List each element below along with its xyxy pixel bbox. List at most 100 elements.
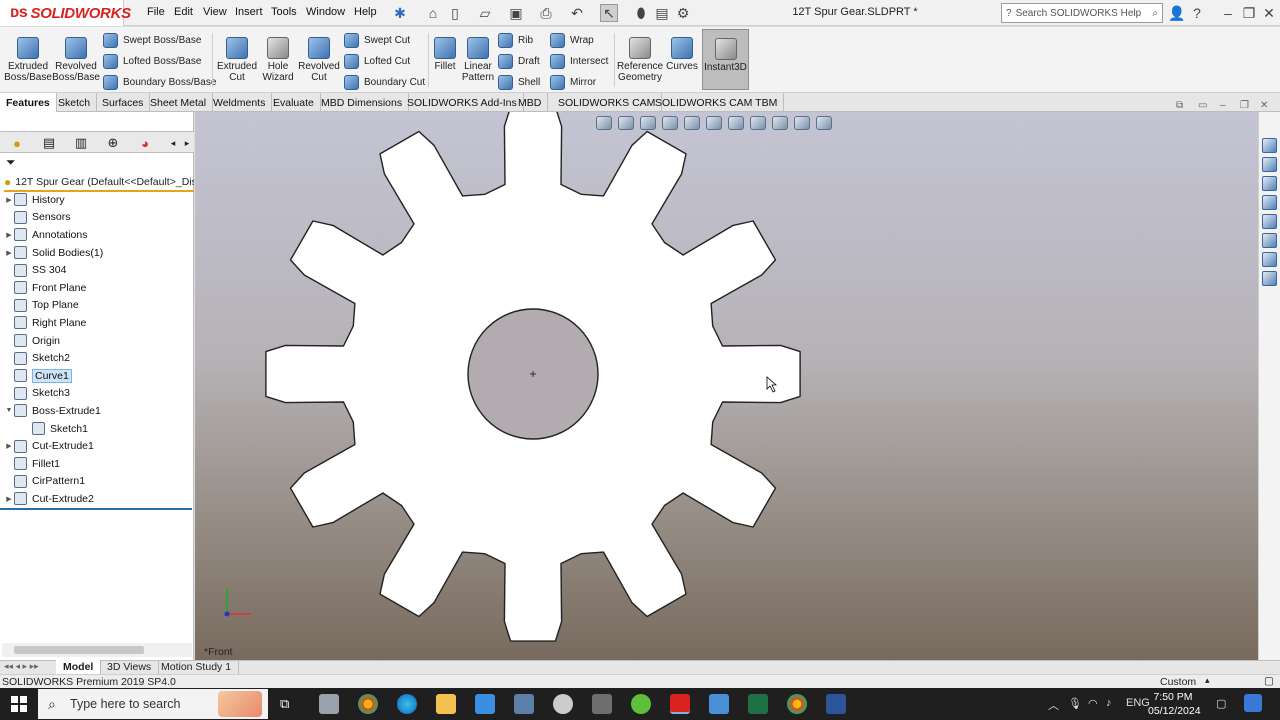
tree-scroll-thumb[interactable] [14,646,144,654]
boundary-boss-button[interactable]: Boundary Boss/Base [103,73,216,91]
task-pane-home-icon[interactable] [1262,138,1277,153]
close-icon[interactable]: ✕ [1260,4,1278,22]
taskbar-excel-icon[interactable] [748,694,768,714]
tree-item-curve1[interactable]: Curve1 [4,367,194,385]
lofted-cut-button[interactable]: Lofted Cut [344,52,410,70]
rebuild-icon[interactable]: ⬮ [632,4,650,22]
edit-appearance-icon[interactable] [772,116,788,130]
tab-sheet-metal[interactable]: Sheet Metal [144,93,214,112]
tree-root-part[interactable]: ● 12T Spur Gear (Default<<Default>_Displ [4,174,194,192]
apply-scene-icon[interactable] [794,116,810,130]
restore-icon[interactable]: ❐ [1240,4,1258,22]
taskbar-app-2-icon[interactable] [592,694,612,714]
panel-scroll-right-icon[interactable]: ▸ [178,135,196,151]
boundary-cut-button[interactable]: Boundary Cut [344,73,425,91]
tree-item-history[interactable]: ▶ History [4,191,194,209]
shell-button[interactable]: Shell [498,73,540,91]
tree-item-annotations[interactable]: ▶ Annotations [4,226,194,244]
taskbar-edge-icon[interactable] [397,694,417,714]
tab-evaluate[interactable]: Evaluate [267,93,321,112]
taskbar-app-explorer-icon[interactable] [319,694,339,714]
help-icon[interactable]: ? [1188,4,1206,22]
doc-restore-icon[interactable]: ❐ [1240,100,1249,111]
revolved-boss-button[interactable]: Revolved Boss/Base [52,29,100,89]
hole-wizard-button[interactable]: Hole Wizard [258,29,298,89]
tree-item-ss-304[interactable]: SS 304 [4,261,194,279]
solidworks-logo[interactable]: ᴅs SOLIDWORKS [0,0,131,26]
menu-tools[interactable]: Tools [271,6,297,18]
tab-motion-study[interactable]: Motion Study 1 [154,660,240,674]
expand-arrow-icon[interactable]: ▶ [4,495,14,503]
taskbar-chrome-2-icon[interactable] [787,694,807,714]
feature-manager-tab-icon[interactable]: ● [8,135,26,151]
tray-overflow-icon[interactable]: ︿ [1048,697,1059,713]
volume-icon[interactable]: ♪ [1106,697,1112,709]
task-pane-custom-properties-icon[interactable] [1262,233,1277,248]
task-pane-appearances-icon[interactable] [1262,214,1277,229]
hide-show-items-icon[interactable] [750,116,766,130]
tree-item-cut-extrude2[interactable]: ▶ Cut-Extrude2 [4,490,194,508]
viewport-split-icon[interactable]: ⧉ [1176,100,1183,111]
view-settings-icon[interactable] [816,116,832,130]
expand-arrow-icon[interactable]: ▼ [4,407,14,414]
expand-arrow-icon[interactable]: ▶ [4,196,14,204]
tab-3d-views[interactable]: 3D Views [100,660,160,674]
expand-arrow-icon[interactable]: ▶ [4,231,14,239]
notification-icon[interactable]: ▢ [1216,697,1226,710]
tree-item-cirpattern1[interactable]: CirPattern1 [4,473,194,491]
tree-item-sketch2[interactable]: Sketch2 [4,349,194,367]
microphone-icon[interactable]: 🎙 [1068,697,1082,710]
display-style-icon[interactable] [728,116,744,130]
open-icon[interactable]: ▱ [476,4,494,22]
mirror-button[interactable]: Mirror [550,73,596,91]
revolved-cut-button[interactable]: Revolved Cut [298,29,340,89]
status-chat-icon[interactable]: ▢ [1264,675,1274,687]
graphics-viewport[interactable] [195,112,1258,660]
menu-window[interactable]: Window [306,6,345,18]
draft-button[interactable]: Draft [498,52,540,70]
tree-item-sketch1[interactable]: Sketch1 [4,420,194,438]
lofted-boss-button[interactable]: Lofted Boss/Base [103,52,201,70]
save-icon[interactable]: ▣ [507,4,525,22]
rib-button[interactable]: Rib [498,31,533,49]
task-pane-design-library-icon[interactable] [1262,176,1277,191]
user-icon[interactable]: 👤 [1168,4,1186,22]
view-orientation-icon[interactable] [706,116,722,130]
previous-view-icon[interactable] [640,116,656,130]
menu-file[interactable]: File [147,6,165,18]
task-pane-solidworks-forum-icon[interactable] [1262,271,1277,286]
configuration-manager-tab-icon[interactable]: ▥ [72,135,90,151]
gear-model[interactable] [195,112,1258,660]
options-gear-icon[interactable]: ⚙ [674,4,692,22]
rollback-bar[interactable] [0,508,192,510]
tree-item-cut-extrude1[interactable]: ▶ Cut-Extrude1 [4,437,194,455]
display-manager-tab-icon[interactable]: ◕ [136,135,154,151]
tab-weldments[interactable]: Weldments [207,93,273,112]
task-pane-file-explorer-icon[interactable] [1262,195,1277,210]
taskbar-clock[interactable]: 7:50 PM 05/12/2024 [1148,690,1201,718]
pin-icon[interactable]: ✱ [391,4,409,22]
dimxpert-tab-icon[interactable]: ⊕ [104,135,122,151]
tab-solidworks-addins[interactable]: SOLIDWORKS Add-Ins [401,93,524,112]
tab-surfaces[interactable]: Surfaces [96,93,151,112]
tree-item-right-plane[interactable]: Right Plane [4,314,194,332]
tab-solidworks-cam[interactable]: SOLIDWORKS CAM [552,93,663,112]
select-icon[interactable]: ↖ [600,4,618,22]
doc-close-icon[interactable]: ✕ [1260,100,1268,111]
fillet-button[interactable]: Fillet [430,29,460,89]
task-pane-resources-icon[interactable] [1262,157,1277,172]
help-search-input[interactable]: ? Search SOLIDWORKS Help ⌕ [1001,3,1163,23]
taskbar-word-icon[interactable] [826,694,846,714]
section-view-icon[interactable] [662,116,678,130]
reference-geometry-button[interactable]: Reference Geometry [617,29,663,89]
taskbar-clover-app-icon[interactable] [631,694,651,714]
windows-start-button[interactable] [0,688,38,720]
tree-item-sketch3[interactable]: Sketch3 [4,385,194,403]
tree-item-origin[interactable]: Origin [4,332,194,350]
extruded-boss-button[interactable]: Extruded Boss/Base [4,29,52,89]
swept-boss-button[interactable]: Swept Boss/Base [103,31,201,49]
taskbar-chrome-icon[interactable] [358,694,378,714]
curves-button[interactable]: Curves [665,29,699,89]
tree-item-fillet1[interactable]: Fillet1 [4,455,194,473]
tree-item-boss-extrude1[interactable]: ▼ Boss-Extrude1 [4,402,194,420]
